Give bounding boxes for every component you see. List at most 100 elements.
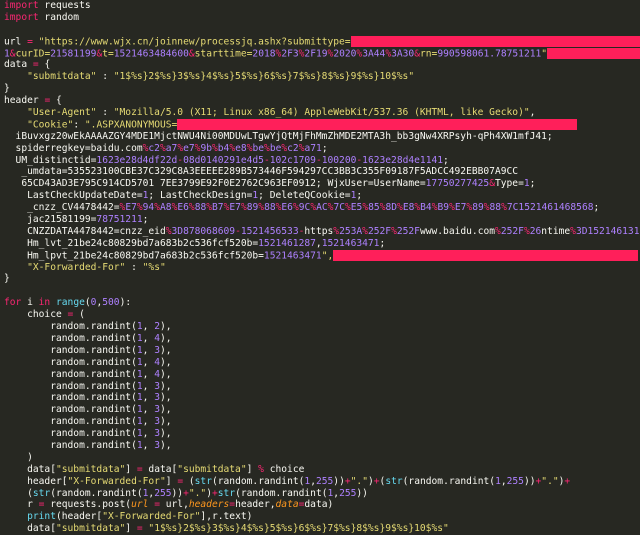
code-token: rn= — [419, 48, 438, 60]
code-token: ],r.text) — [200, 511, 253, 523]
code-token: ) — [4, 451, 33, 463]
redaction-block — [177, 118, 578, 130]
code-token: ), — [159, 439, 172, 451]
code-token: requests — [38, 0, 91, 11]
code-token: choice — [263, 463, 305, 475]
code-token: ] — [125, 523, 137, 535]
code-line: random.randint(1, 4), — [4, 357, 640, 369]
code-token: 3A44 — [362, 48, 386, 60]
code-token: random.randint( — [4, 392, 137, 404]
code-token: "." — [541, 475, 559, 487]
code-token: )) — [333, 475, 345, 487]
code-token: 255 — [506, 475, 524, 487]
code-token: 252F — [367, 225, 392, 237]
code-token: ; — [529, 178, 536, 190]
code-token: ), — [159, 380, 172, 392]
code-token: , — [142, 380, 155, 392]
code-line: url = "https://www.wjx.cn/joinnew/proces… — [4, 35, 640, 48]
code-token: , — [142, 368, 155, 380]
code-token: CNZZDATA4478442=cnzz_eid — [4, 225, 166, 237]
code-line: ) — [4, 452, 640, 464]
code-token: "submitdata" — [55, 523, 126, 535]
code-line: "X-Forwarded-For" : "%s" — [4, 262, 640, 274]
code-token: } — [4, 83, 10, 95]
code-line: random.randint(1, 3), — [4, 345, 640, 357]
code-token: UM_distinctid= — [4, 154, 97, 166]
code-token: (random.randint( — [50, 487, 143, 499]
code-token: (random.randint( — [402, 475, 496, 487]
code-token: random.randint( — [4, 344, 137, 356]
code-token: 2020 — [333, 48, 357, 60]
code-token: spiderregkey=baidu.com — [4, 142, 143, 154]
code-line: jac21581199=78751211; — [4, 214, 640, 226]
code-token: "1$%s}2$%s}3$%s}4$%s}5$%s}6$%s}7$%s}8$%s… — [113, 71, 415, 83]
code-token: e7 — [183, 142, 195, 154]
code-token: 88 — [489, 202, 502, 214]
code-token: 88 — [264, 202, 276, 214]
code-token: random.randint( — [4, 380, 137, 392]
code-token: E6 — [177, 202, 189, 214]
code-token: LastCheckUpdateDate= — [4, 190, 143, 202]
code-token: jac21581199= — [4, 214, 97, 226]
code-token: ; — [142, 214, 149, 226]
code-token: E7 — [125, 202, 137, 214]
code-token: range — [56, 297, 85, 309]
code-token: be — [252, 142, 265, 154]
code-token: : — [96, 107, 114, 119]
code-token: 1623e28d4df22d — [96, 154, 178, 166]
code-token: 9C — [298, 202, 311, 214]
code-token: )) — [523, 475, 536, 487]
code-token: } — [4, 273, 10, 285]
code-token: ), — [159, 416, 172, 428]
code-token: "." — [188, 487, 207, 499]
code-token: "User-Agent" — [27, 107, 97, 119]
code-token: 500 — [102, 297, 120, 309]
code-token: , — [142, 321, 155, 333]
code-token: Type= — [494, 178, 524, 190]
code-line: } — [4, 273, 640, 285]
code-token: 17750277425 — [425, 178, 490, 190]
code-token: r — [4, 499, 39, 511]
code-token: )) — [171, 487, 184, 499]
code-token: 65CD43AD3E795C914CD5701 7EE3799E92F0E276… — [4, 178, 426, 190]
code-token: url — [131, 499, 149, 511]
code-token: import — [4, 11, 39, 23]
code-token: Hm_lpvt_21be24c80829bd7a683b2c536fcf520b… — [4, 250, 264, 262]
code-token: ), — [159, 332, 172, 344]
code-token: ] — [165, 475, 178, 487]
code-token: 21581199 — [50, 48, 97, 60]
code-line: _umdata=535523100CBE37C329C8A3EEEEE289B5… — [4, 166, 640, 178]
code-token: 1623e28d4e1141 — [362, 154, 444, 166]
code-line: } — [4, 83, 640, 95]
code-token: ), — [159, 321, 172, 333]
code-token: 1521463471 — [321, 237, 380, 249]
code-token: 1521463471 — [263, 250, 322, 262]
code-token: data — [4, 59, 33, 71]
code-token: data — [275, 499, 299, 511]
code-token: , — [142, 356, 155, 368]
code-line: iBuvxgz20wEkAAAAZGY4MDE1MjctNWU4Ni00MDUw… — [4, 131, 640, 143]
code-editor[interactable]: import requests import random url = "http… — [0, 0, 640, 535]
code-token: 85 — [368, 202, 380, 214]
code-token: ( — [73, 309, 85, 321]
code-token: ), — [159, 392, 172, 404]
code-token: curID= — [15, 48, 51, 60]
code-token: : — [96, 71, 114, 83]
code-token: ), — [159, 404, 172, 416]
code-token: "https://www.wjx.cn/joinnew/processjq.as… — [38, 36, 351, 48]
code-token: 94 — [142, 202, 155, 214]
code-token: , — [529, 107, 536, 119]
code-token: "X-Forwarded-For" — [27, 261, 126, 273]
code-token: in — [38, 297, 51, 309]
code-token: ; — [379, 237, 386, 249]
code-line: data["submitdata"] = data["submitdata"] … — [4, 464, 640, 476]
code-token: data[ — [142, 463, 178, 475]
code-token: random.randint( — [4, 439, 137, 451]
code-token: ; LastCheckDesign= — [148, 190, 253, 202]
code-line: Hm_lpvt_21be24c80829bd7a683b2c536fcf520b… — [4, 249, 640, 262]
code-token: random.randint( — [4, 368, 137, 380]
